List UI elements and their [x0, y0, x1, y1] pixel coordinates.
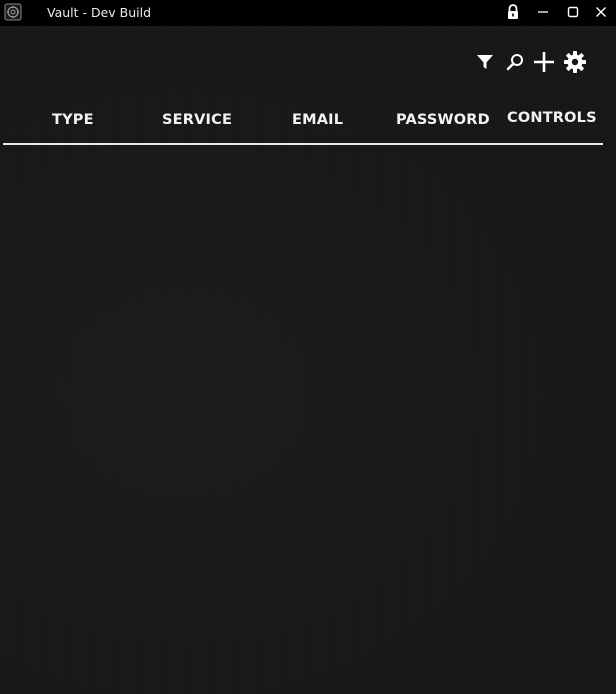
- filter-icon[interactable]: [472, 49, 498, 75]
- app-window: Vault - Dev Build TYPE SERVICE EMAIL PAS…: [0, 0, 616, 694]
- entries-list[interactable]: [3, 146, 603, 686]
- vault-content: TYPE SERVICE EMAIL PASSWORD CONTROLS: [0, 26, 616, 694]
- add-icon[interactable]: [531, 49, 557, 75]
- window-title: Vault - Dev Build: [47, 5, 152, 20]
- column-header-type[interactable]: TYPE: [52, 112, 94, 128]
- minimize-icon[interactable]: [532, 2, 554, 22]
- vault-app-icon: [4, 3, 22, 21]
- column-header-service[interactable]: SERVICE: [162, 112, 232, 128]
- column-header-email[interactable]: EMAIL: [292, 112, 343, 128]
- header-divider: [3, 143, 603, 145]
- maximize-icon[interactable]: [562, 2, 584, 22]
- lock-icon[interactable]: [502, 2, 524, 22]
- close-icon[interactable]: [590, 2, 612, 22]
- gear-icon[interactable]: [562, 49, 588, 75]
- title-bar[interactable]: Vault - Dev Build: [0, 0, 616, 26]
- search-icon[interactable]: [502, 49, 528, 75]
- column-header-controls[interactable]: CONTROLS: [507, 110, 597, 126]
- column-header-password[interactable]: PASSWORD: [396, 112, 490, 128]
- table-header: TYPE SERVICE EMAIL PASSWORD CONTROLS: [3, 106, 603, 144]
